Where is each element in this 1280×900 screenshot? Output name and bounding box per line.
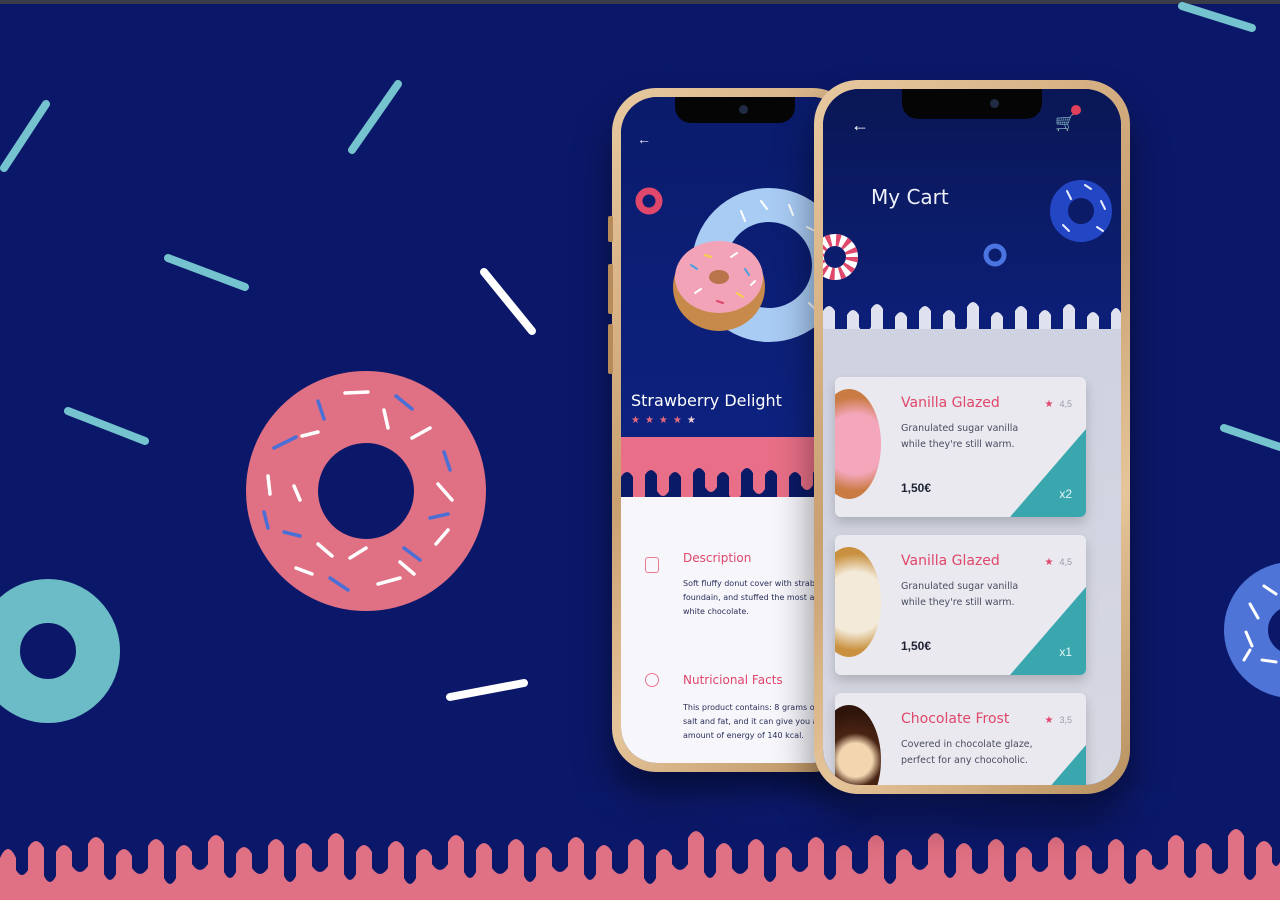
pink-ring-decoration (635, 187, 663, 215)
donut-image (835, 389, 881, 499)
description-title: Description (683, 551, 752, 565)
description-icon (645, 557, 659, 573)
cart-item-card[interactable]: Vanilla Glazed ★ 4,5 Granulated sugar van… (835, 377, 1086, 517)
sprinkle-decoration (446, 679, 528, 701)
shopping-cart-icon[interactable]: 🛒 (1055, 113, 1075, 133)
back-button[interactable]: ← (637, 131, 651, 147)
sprinkle-decoration (0, 100, 50, 172)
item-name: Vanilla Glazed (901, 395, 1000, 411)
item-price: 1,50€ (901, 639, 932, 653)
item-quantity[interactable]: x2 (1059, 487, 1072, 501)
quantity-corner (1010, 745, 1086, 785)
product-title: Strawberry Delight (631, 391, 782, 410)
small-ring-decoration (983, 243, 1007, 267)
cart-badge (1071, 105, 1081, 115)
strawberry-donut-image (673, 241, 765, 331)
cart-item-card[interactable]: Vanilla Glazed ★ 4,5 Granulated sugar van… (835, 535, 1086, 675)
pink-donut-decoration (246, 371, 486, 611)
promo-scene: ← Strawberry Delight ★★★★★ Description S… (0, 0, 1280, 900)
sprinkle-decoration (164, 254, 249, 291)
nutrition-icon (645, 673, 659, 687)
phone-side-button (608, 324, 613, 374)
striped-donut-decoration (823, 234, 858, 280)
item-quantity[interactable]: x1 (1059, 645, 1072, 659)
phone-side-button (608, 264, 613, 314)
cart-phone: ← 🛒 My Cart Vanilla Glazed ★ 4,5 Granulat… (814, 80, 1130, 794)
donut-image (835, 547, 881, 657)
cart-item-card[interactable]: Chocolate Frost ★ 3,5 Covered in chocolat… (835, 693, 1086, 785)
teal-donut-decoration (0, 579, 120, 723)
sprinkle-decoration (1220, 424, 1280, 451)
back-button[interactable]: ← (851, 115, 869, 136)
blue-donut-decoration (1224, 563, 1280, 697)
nutrition-facts-title: Nutricional Facts (683, 673, 783, 687)
sprinkle-decoration (348, 80, 402, 154)
pink-drip-decoration (0, 829, 1280, 900)
sprinkle-decoration (480, 268, 536, 335)
phone-side-button (608, 216, 613, 242)
donut-image (835, 705, 881, 785)
item-name: Vanilla Glazed (901, 553, 1000, 569)
sprinkle-decoration (1178, 2, 1256, 32)
quantity-corner (1010, 587, 1086, 675)
sprinkle-decoration (64, 407, 149, 445)
item-price: 1,50€ (901, 481, 932, 495)
cart-screen: ← 🛒 My Cart Vanilla Glazed ★ 4,5 Granulat… (823, 89, 1121, 785)
phone-notch (674, 97, 795, 123)
phone-notch (902, 89, 1042, 119)
product-rating-stars: ★★★★★ (631, 415, 701, 426)
item-rating: ★ 4,5 (1044, 399, 1072, 410)
cart-title: My Cart (871, 185, 949, 209)
quantity-corner (1010, 429, 1086, 517)
item-name: Chocolate Frost (901, 711, 1010, 727)
item-rating: ★ 3,5 (1044, 715, 1072, 726)
item-rating: ★ 4,5 (1044, 557, 1072, 568)
